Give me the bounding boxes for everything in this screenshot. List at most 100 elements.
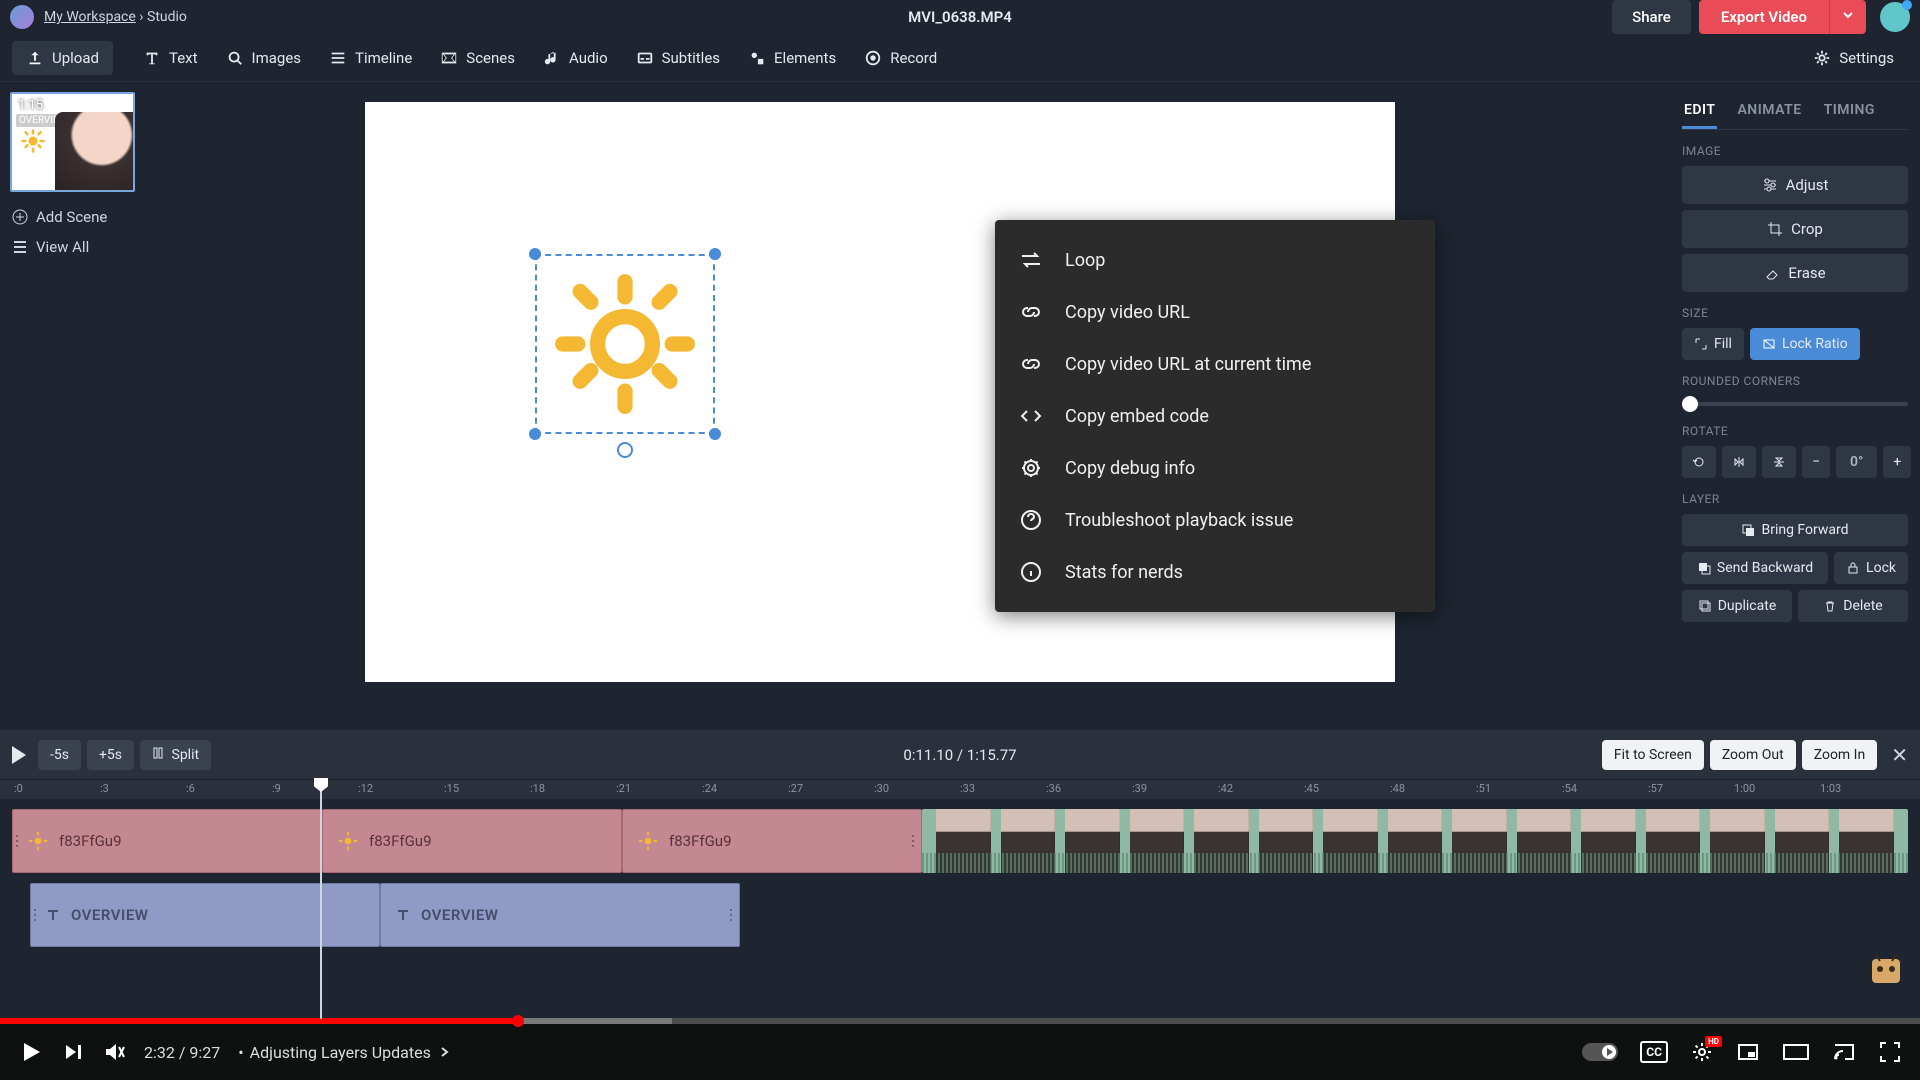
tab-animate[interactable]: ANIMATE — [1735, 94, 1803, 129]
rotate-left-button[interactable] — [1682, 446, 1716, 478]
delete-button[interactable]: Delete — [1798, 590, 1908, 622]
lock-ratio-label: Lock Ratio — [1782, 336, 1848, 352]
yt-progress-bar[interactable] — [0, 1018, 1920, 1024]
audio-tool[interactable]: Audio — [529, 41, 622, 75]
flip-h-button[interactable] — [1722, 446, 1756, 478]
playhead[interactable] — [320, 780, 322, 1019]
delete-label: Delete — [1843, 598, 1882, 614]
ctx-loop[interactable]: Loop — [995, 234, 1435, 286]
yt-cc-button[interactable]: CC — [1640, 1041, 1668, 1063]
clip-image-3[interactable]: f83FfGu9 — [622, 809, 922, 873]
yt-next-button[interactable] — [62, 1041, 84, 1063]
yt-cast-button[interactable] — [1832, 1040, 1856, 1064]
upload-icon — [26, 49, 44, 67]
plus-5s-button[interactable]: +5s — [87, 740, 134, 770]
clip-image-2[interactable]: f83FfGu9 — [322, 809, 622, 873]
yt-autoplay-toggle[interactable] — [1582, 1043, 1618, 1061]
subtitles-tool[interactable]: Subtitles — [622, 41, 734, 75]
zoom-out-button[interactable]: Zoom Out — [1710, 740, 1796, 770]
ctx-copy-debug[interactable]: Copy debug info — [995, 442, 1435, 494]
workspace-avatar[interactable] — [10, 5, 34, 29]
view-all-button[interactable]: View All — [10, 232, 150, 262]
clip-text-1[interactable]: OVERVIEW — [30, 883, 380, 947]
minus-5s-button[interactable]: -5s — [38, 740, 81, 770]
yt-play-button[interactable] — [18, 1039, 44, 1065]
settings-tool[interactable]: Settings — [1799, 41, 1908, 75]
ctx-copy-embed[interactable]: Copy embed code — [995, 390, 1435, 442]
resize-handle-tr[interactable] — [709, 248, 721, 260]
scene-thumbnail[interactable]: 1:15 OVERVIEW — [10, 92, 135, 192]
elements-tool[interactable]: Elements — [734, 41, 850, 75]
rotate-handle[interactable] — [617, 442, 633, 458]
scenes-tool[interactable]: Scenes — [426, 41, 529, 75]
yt-theater-button[interactable] — [1782, 1042, 1810, 1062]
user-avatar[interactable] — [1880, 2, 1910, 32]
lock-ratio-button[interactable]: Lock Ratio — [1750, 328, 1860, 360]
project-title: MVI_0638.MP4 — [908, 8, 1012, 26]
selected-element[interactable] — [535, 254, 715, 434]
resize-handle-br[interactable] — [709, 428, 721, 440]
clip-text-2[interactable]: OVERVIEW — [380, 883, 740, 947]
yt-settings-button[interactable]: HD — [1690, 1040, 1714, 1064]
add-scene-button[interactable]: Add Scene — [10, 202, 150, 232]
upload-button[interactable]: Upload — [12, 41, 113, 75]
yt-miniplayer-button[interactable] — [1736, 1040, 1760, 1064]
copy-icon[interactable] — [93, 98, 107, 117]
rotate-plus-button[interactable]: + — [1883, 446, 1911, 478]
rotate-ccw-icon — [1692, 455, 1706, 469]
clip-video[interactable] — [922, 809, 1908, 873]
play-button[interactable] — [12, 746, 26, 764]
ruler-tick: :36 — [1046, 782, 1061, 795]
lock-button[interactable]: Lock — [1834, 552, 1908, 584]
fill-button[interactable]: Fill — [1682, 328, 1744, 360]
breadcrumb: My Workspace › Studio — [44, 9, 187, 25]
rotate-minus-button[interactable]: − — [1802, 446, 1830, 478]
lock-ratio-icon — [1762, 337, 1776, 351]
bring-forward-button[interactable]: Bring Forward — [1682, 514, 1908, 546]
split-button[interactable]: Split — [140, 740, 211, 770]
send-backward-button[interactable]: Send Backward — [1682, 552, 1828, 584]
ctx-copy-url[interactable]: Copy video URL — [995, 286, 1435, 338]
text-tool[interactable]: Text — [129, 41, 212, 75]
timeline-ruler[interactable]: :0:3:6:9:12:15:18:21:24:27:30:33:36:39:4… — [0, 779, 1920, 799]
tab-edit[interactable]: EDIT — [1682, 94, 1717, 129]
export-button[interactable]: Export Video — [1699, 0, 1829, 34]
rotate-section-label: ROTATE — [1682, 424, 1908, 438]
share-button[interactable]: Share — [1612, 0, 1691, 34]
fit-screen-button[interactable]: Fit to Screen — [1602, 740, 1704, 770]
resize-handle-bl[interactable] — [529, 428, 541, 440]
crop-button[interactable]: Crop — [1682, 210, 1908, 248]
corners-slider[interactable] — [1682, 402, 1908, 406]
close-timeline-button[interactable]: ✕ — [1891, 743, 1908, 767]
record-tool[interactable]: Record — [850, 41, 951, 75]
sun-icon — [27, 830, 49, 852]
images-tool[interactable]: Images — [212, 41, 316, 75]
erase-button[interactable]: Erase — [1682, 254, 1908, 292]
timeline-tool[interactable]: Timeline — [315, 41, 426, 75]
zoom-in-button[interactable]: Zoom In — [1802, 740, 1878, 770]
export-dropdown[interactable] — [1829, 0, 1866, 34]
duplicate-button[interactable]: Duplicate — [1682, 590, 1792, 622]
resize-handle-tl[interactable] — [529, 248, 541, 260]
breadcrumb-workspace[interactable]: My Workspace — [44, 9, 136, 25]
size-section-label: SIZE — [1682, 306, 1908, 320]
ruler-tick: 1:00 — [1734, 782, 1755, 795]
clip-image-1[interactable]: f83FfGu9 — [12, 809, 322, 873]
yt-fullscreen-button[interactable] — [1878, 1040, 1902, 1064]
trash-icon — [1823, 599, 1837, 613]
ctx-copy-url-time[interactable]: Copy video URL at current time — [995, 338, 1435, 390]
delete-icon[interactable] — [113, 98, 127, 117]
bug-icon — [1019, 456, 1043, 480]
tab-timing[interactable]: TIMING — [1822, 94, 1877, 129]
ctx-troubleshoot[interactable]: Troubleshoot playback issue — [995, 494, 1435, 546]
forward-icon — [1741, 523, 1755, 537]
slider-thumb[interactable] — [1682, 396, 1698, 412]
yt-mute-button[interactable] — [102, 1040, 126, 1064]
record-label: Record — [890, 49, 937, 67]
canvas[interactable]: Loop Copy video URL Copy video URL at cu… — [365, 102, 1395, 682]
flip-v-button[interactable] — [1762, 446, 1796, 478]
adjust-button[interactable]: Adjust — [1682, 166, 1908, 204]
yt-chapter[interactable]: • Adjusting Layers Updates — [238, 1043, 451, 1062]
ruler-tick: :12 — [358, 782, 373, 795]
ctx-stats[interactable]: Stats for nerds — [995, 546, 1435, 598]
